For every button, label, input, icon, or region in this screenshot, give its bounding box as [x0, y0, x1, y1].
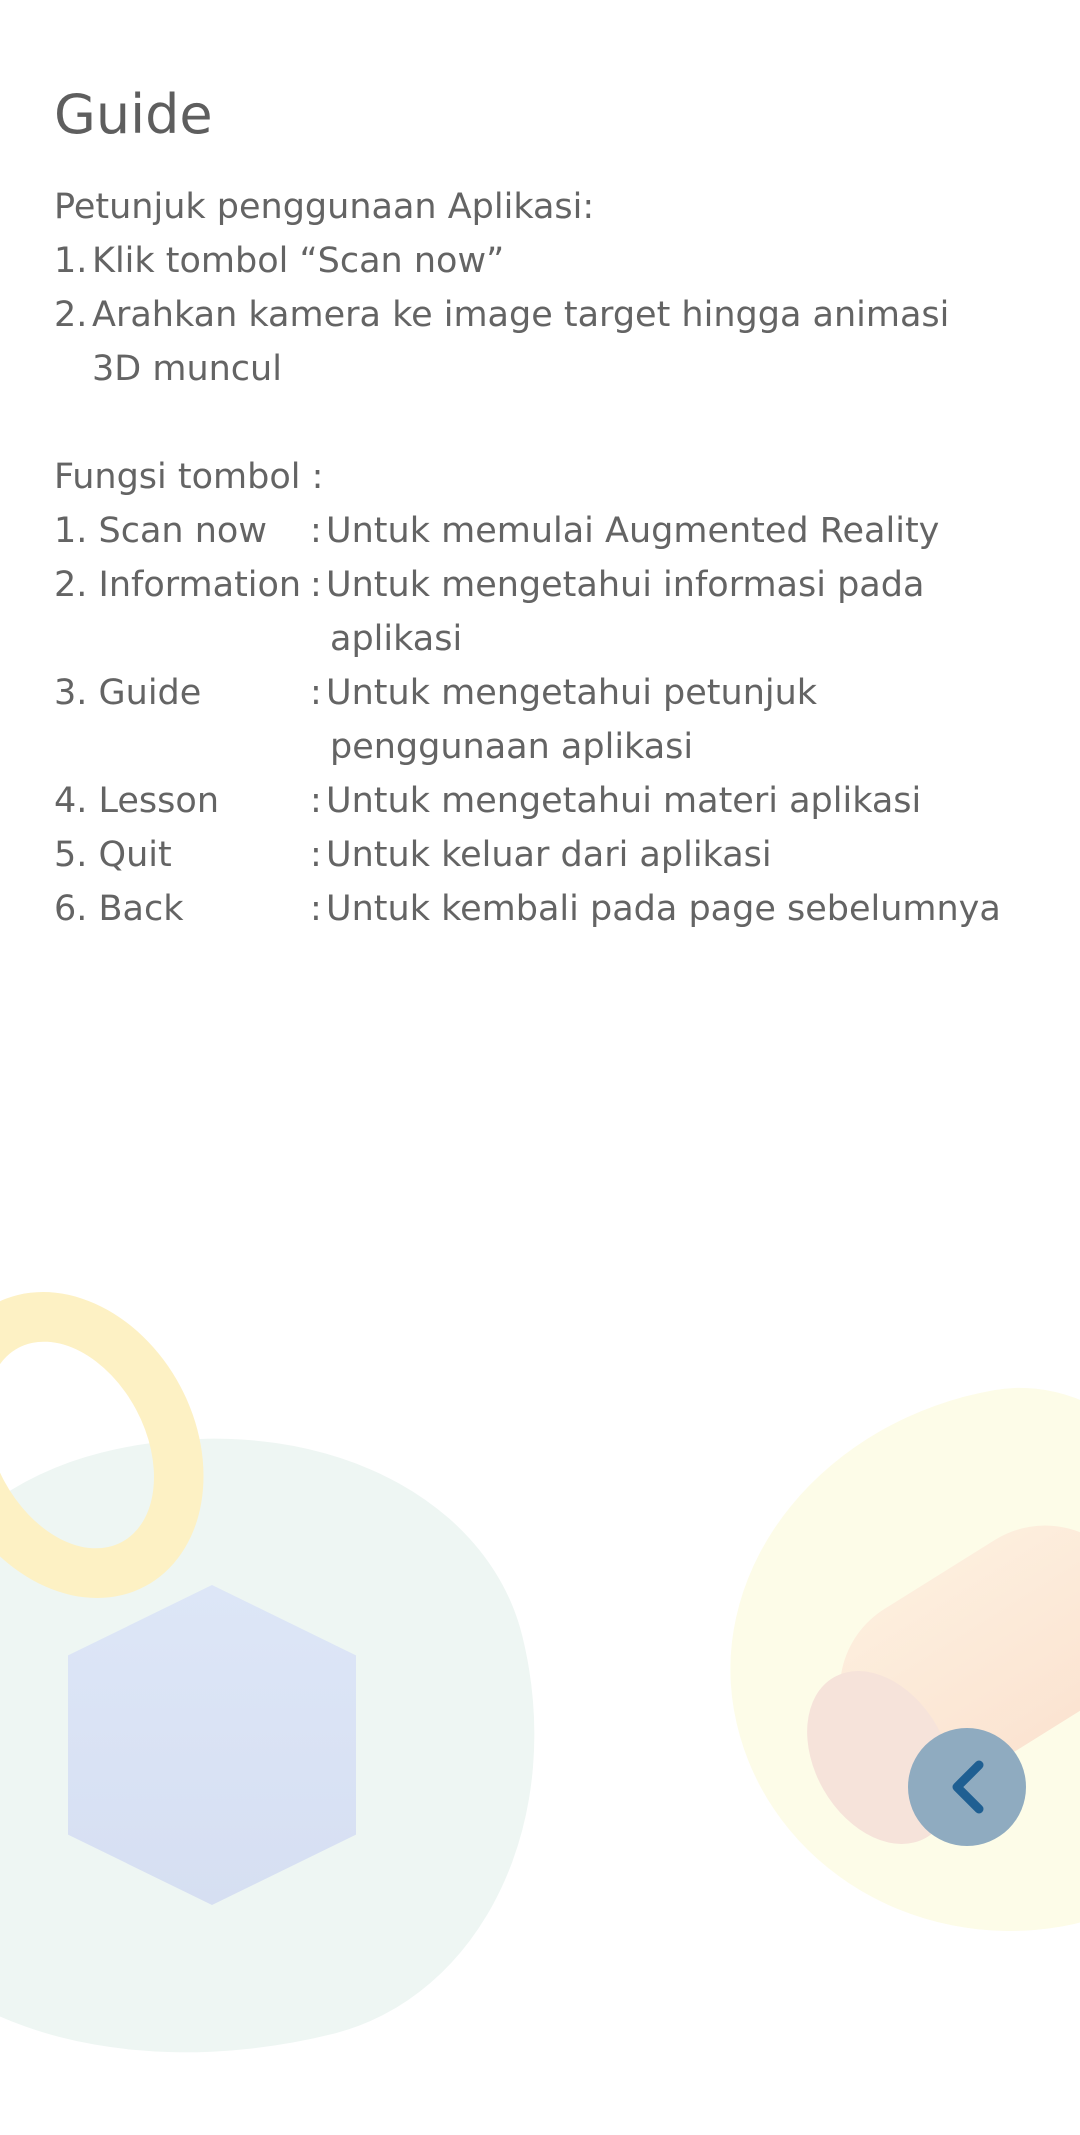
function-separator: :: [310, 511, 322, 551]
step-text: Arahkan kamera ke image target hingga an…: [92, 295, 950, 335]
function-description: Untuk memulai Augmented Reality: [326, 511, 940, 551]
page-title: Guide: [54, 83, 213, 146]
function-item: 2. Information: Untuk mengetahui informas…: [54, 558, 1054, 612]
function-description: Untuk keluar dari aplikasi: [326, 835, 772, 875]
step-text-continued: 3D muncul: [92, 349, 282, 389]
function-item: 3. Guide: Untuk mengetahui petunjuk: [54, 666, 1054, 720]
guide-content: Guide Petunjuk penggunaan Aplikasi: 1. Kl…: [54, 80, 1054, 936]
function-separator: :: [310, 781, 322, 821]
function-item: 5. Quit: Untuk keluar dari aplikasi: [54, 828, 1054, 882]
function-description: Untuk mengetahui informasi pada: [326, 565, 925, 605]
step-text: Klik tombol “Scan now”: [92, 241, 505, 281]
step-number: 2.: [54, 295, 88, 335]
function-description: Untuk mengetahui materi aplikasi: [326, 781, 922, 821]
guide-text: Petunjuk penggunaan Aplikasi: 1. Klik tom…: [54, 180, 1054, 936]
function-item: 1. Scan now: Untuk memulai Augmented Real…: [54, 504, 1054, 558]
function-separator: :: [310, 673, 322, 713]
function-description: Untuk mengetahui petunjuk: [326, 673, 818, 713]
function-separator: :: [310, 889, 322, 929]
function-name: 5. Quit: [54, 835, 172, 875]
instructions-heading: Petunjuk penggunaan Aplikasi:: [54, 187, 595, 227]
function-description-continued: aplikasi: [330, 619, 463, 659]
function-separator: :: [310, 565, 322, 605]
function-item: 6. Back: Untuk kembali pada page sebelumn…: [54, 882, 1054, 936]
chevron-left-icon: [952, 1760, 984, 1814]
function-description-continued: penggunaan aplikasi: [330, 727, 694, 767]
function-name: 4. Lesson: [54, 781, 220, 821]
functions-heading: Fungsi tombol :: [54, 457, 324, 497]
back-button[interactable]: [908, 1728, 1026, 1846]
function-description: Untuk kembali pada page sebelumnya: [326, 889, 1001, 929]
function-name: 2. Information: [54, 565, 302, 605]
function-name: 1. Scan now: [54, 511, 267, 551]
instruction-step: 1. Klik tombol “Scan now”: [54, 234, 1054, 288]
function-separator: :: [310, 835, 322, 875]
function-item: 4. Lesson: Untuk mengetahui materi aplika…: [54, 774, 1054, 828]
function-name: 6. Back: [54, 889, 184, 929]
function-name: 3. Guide: [54, 673, 202, 713]
step-number: 1.: [54, 241, 88, 281]
instruction-step: 2. Arahkan kamera ke image target hingga …: [54, 288, 1054, 342]
